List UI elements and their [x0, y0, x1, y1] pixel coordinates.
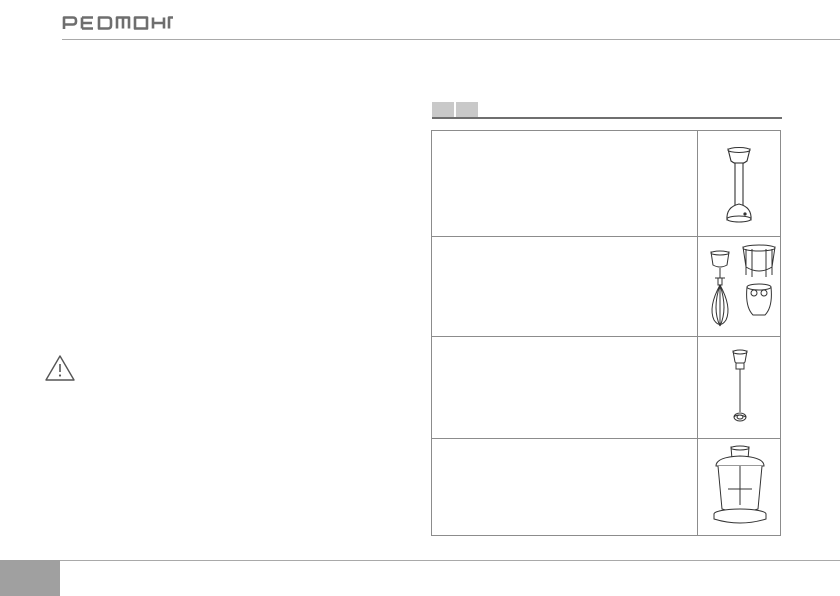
mixing-beater-icon — [732, 349, 748, 422]
attachment-description — [432, 237, 697, 336]
attachment-description — [432, 131, 697, 236]
attachment-image-cell — [697, 337, 780, 438]
attachment-row-whisk — [432, 237, 780, 337]
header-divider — [62, 39, 840, 40]
footer-divider — [0, 560, 840, 561]
brand-logo — [62, 15, 174, 35]
section-tab-left — [432, 102, 454, 117]
attachments-table — [431, 130, 781, 536]
attachment-image-cell — [697, 131, 780, 236]
section-divider — [432, 117, 782, 119]
attachment-description — [432, 337, 697, 438]
chopper-bowl-icon — [713, 445, 767, 524]
attachment-image-cell — [697, 237, 780, 336]
brand-logo-mark — [62, 16, 173, 30]
warning-triangle-icon — [44, 354, 76, 382]
attachment-description — [432, 439, 697, 535]
section-tab-right — [456, 102, 478, 117]
section-header-tabs — [432, 102, 478, 117]
page-number-box — [0, 560, 60, 596]
attachment-row-beater — [432, 337, 780, 439]
attachment-row-chopper — [432, 439, 780, 535]
whisk-attachment-icon — [710, 244, 776, 327]
attachment-image-cell — [697, 439, 780, 535]
attachment-row-blender-leg — [432, 131, 780, 237]
blender-leg-icon — [726, 146, 752, 223]
